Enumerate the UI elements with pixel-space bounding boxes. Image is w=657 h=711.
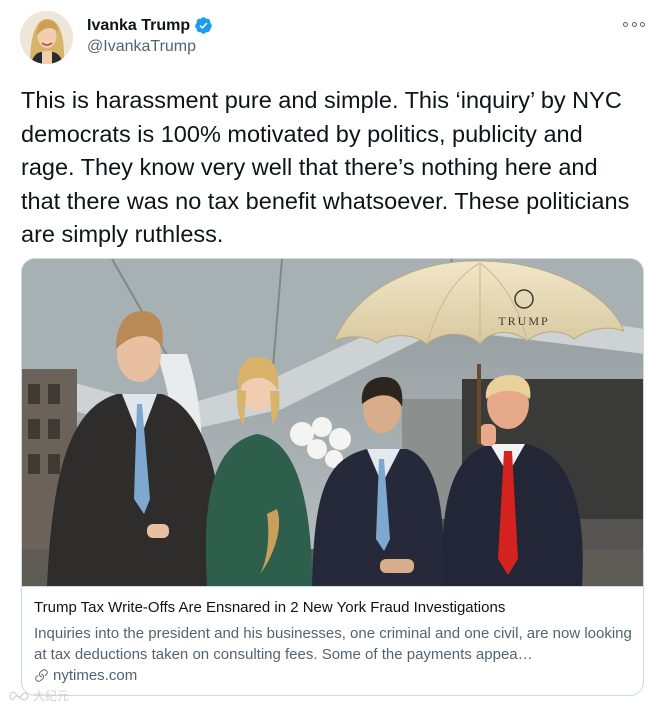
- card-image[interactable]: TRUMP: [22, 259, 644, 586]
- umbrella-text: TRUMP: [498, 314, 549, 328]
- watermark-text: 大纪元: [33, 689, 70, 703]
- more-dot: [640, 21, 645, 27]
- more-options-icon[interactable]: [623, 16, 645, 32]
- more-dot: [623, 21, 628, 27]
- avatar-image: [20, 11, 73, 64]
- card-domain[interactable]: nytimes.com: [53, 667, 137, 684]
- author-name[interactable]: Ivanka Trump: [87, 17, 190, 35]
- more-dot: [631, 21, 637, 27]
- tweet-container: Ivanka Trump @IvankaTrump This is harass…: [0, 0, 657, 711]
- card-title[interactable]: Trump Tax Write-Offs Are Ensnared in 2 N…: [34, 599, 634, 616]
- card-divider: [22, 586, 643, 587]
- tweet-text: This is harassment pure and simple. This…: [21, 87, 636, 247]
- card-domain-row[interactable]: nytimes.com: [34, 667, 137, 684]
- verified-badge-icon: [195, 17, 212, 34]
- link-icon: [35, 669, 48, 682]
- author-handle[interactable]: @IvankaTrump: [87, 38, 196, 56]
- watermark: 大纪元: [8, 687, 69, 704]
- link-card[interactable]: TRUMP Trump Tax Write-Offs Are Ensnared …: [21, 258, 644, 696]
- avatar[interactable]: [20, 11, 73, 64]
- author-name-row[interactable]: Ivanka Trump: [87, 16, 213, 35]
- card-description: Inquiries into the president and his bus…: [34, 625, 632, 663]
- watermark-logo-icon: [9, 691, 29, 700]
